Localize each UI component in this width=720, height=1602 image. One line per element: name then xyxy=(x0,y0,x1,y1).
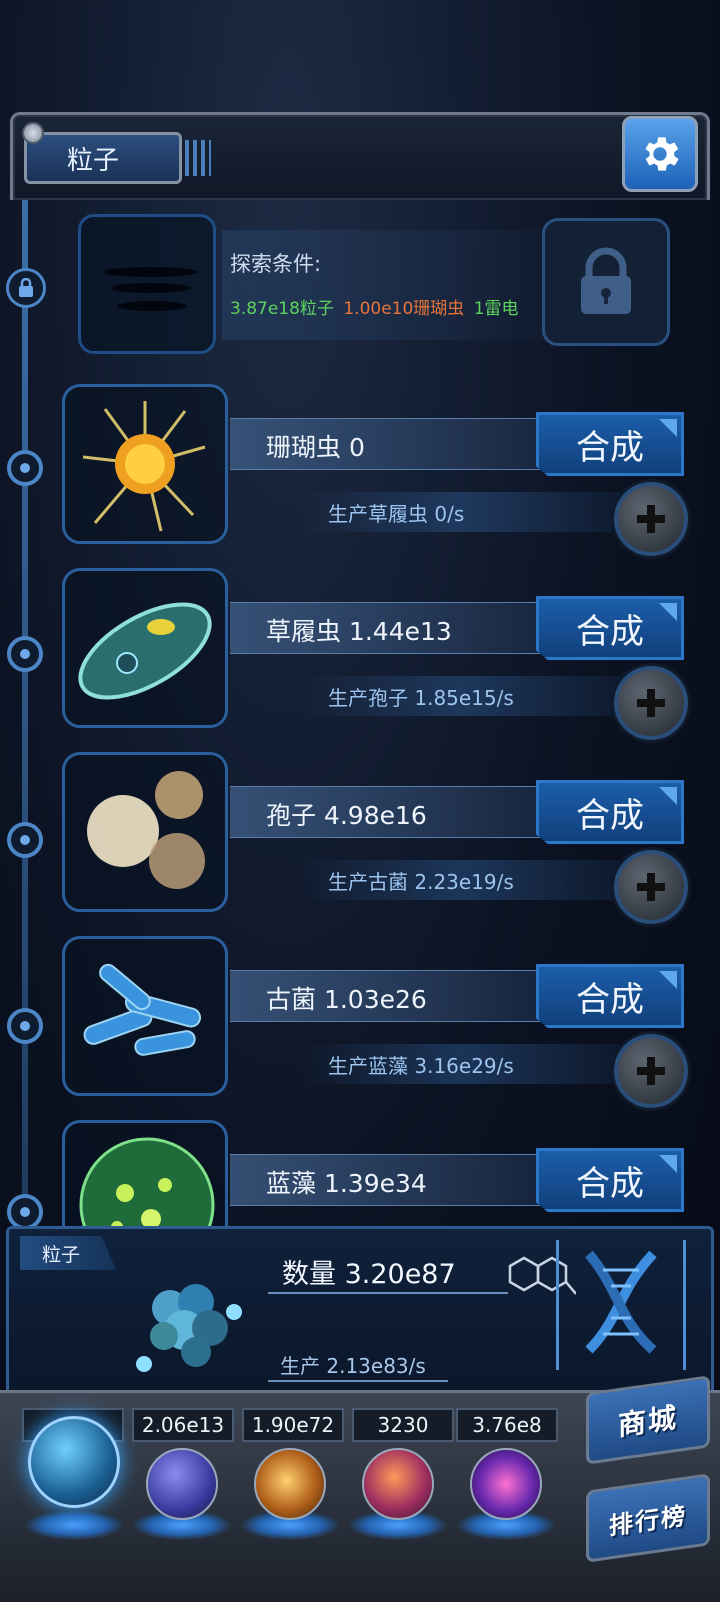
page-title: 粒子 xyxy=(24,132,182,184)
production-text: 生产蓝藻 3.16e29/s xyxy=(328,1054,514,1078)
creature-name: 草履虫 1.44e13 xyxy=(266,617,452,646)
creature-name: 孢子 4.98e16 xyxy=(266,801,427,830)
explore-condition: 3.87e18粒子 xyxy=(230,299,334,319)
plus-icon xyxy=(637,505,665,533)
production-text: 生产孢子 1.85e15/s xyxy=(328,686,514,710)
creature-row: 古菌 1.03e26 合成 生产蓝藻 3.16e29/s xyxy=(0,936,720,1116)
resource-value: 2.06e13 xyxy=(132,1408,234,1442)
count-underline xyxy=(268,1292,508,1294)
plus-icon xyxy=(637,873,665,901)
info-tab: 粒子 xyxy=(20,1236,116,1270)
explore-info-band xyxy=(222,230,552,340)
particle-cluster-icon xyxy=(136,1284,242,1372)
settings-button[interactable] xyxy=(622,116,698,192)
particle-production: 生产 2.13e83/s xyxy=(280,1354,426,1378)
lightning-orb-icon[interactable] xyxy=(146,1448,218,1520)
plus-button[interactable] xyxy=(614,850,688,924)
plus-button[interactable] xyxy=(614,1034,688,1108)
title-stripes-decoration xyxy=(185,140,211,176)
explore-condition: 1.00e10珊瑚虫 xyxy=(343,299,465,319)
thumb-cyanobacteria xyxy=(62,1120,228,1226)
spore-icon xyxy=(87,771,205,889)
explore-condition: 1雷电 xyxy=(473,299,519,319)
resource-value: 3230 xyxy=(352,1408,454,1442)
creature-row: 草履虫 1.44e13 合成 生产孢子 1.85e15/s xyxy=(0,568,720,748)
creature-row: 孢子 4.98e16 合成 生产古菌 2.23e19/s xyxy=(0,752,720,932)
gear-icon xyxy=(645,137,679,171)
page-title-text: 粒子 xyxy=(67,145,120,176)
paramecium-icon xyxy=(78,602,212,700)
locked-creature-silhouette xyxy=(78,214,216,354)
production-underline xyxy=(268,1380,448,1382)
archaea-icon xyxy=(83,963,202,1056)
creature-name: 古菌 1.03e26 xyxy=(266,985,427,1014)
orb-pedestal xyxy=(24,1510,124,1540)
brain-orb-icon[interactable] xyxy=(362,1448,434,1520)
creature-row: 珊瑚虫 0 合成 生产草履虫 0/s xyxy=(0,384,720,564)
production-text: 生产古菌 2.23e19/s xyxy=(328,870,514,894)
nebula-orb-icon[interactable] xyxy=(254,1448,326,1520)
particle-orb-icon[interactable] xyxy=(28,1416,120,1508)
merge-button[interactable]: 合成 xyxy=(536,596,684,660)
thumb-archaea xyxy=(62,936,228,1096)
creature-name: 蓝藻 1.39e34 xyxy=(266,1169,427,1198)
title-screw-icon xyxy=(22,122,44,144)
explore-lock-button[interactable] xyxy=(542,218,670,346)
plus-button[interactable] xyxy=(614,666,688,740)
merge-button[interactable]: 合成 xyxy=(536,964,684,1028)
rail-lock-icon xyxy=(6,268,46,308)
sun-coral-icon xyxy=(82,401,206,532)
merge-button[interactable]: 合成 xyxy=(536,412,684,476)
plus-button[interactable] xyxy=(614,482,688,556)
explore-label: 探索条件: xyxy=(230,252,322,276)
padlock-icon xyxy=(581,247,631,314)
thumb-sun-coral xyxy=(62,384,228,544)
creature-name: 珊瑚虫 0 xyxy=(266,433,365,462)
particle-count: 数量 3.20e87 xyxy=(282,1259,456,1290)
plus-icon xyxy=(637,1057,665,1085)
cyanobacteria-icon xyxy=(79,1137,215,1226)
explore-locked-row: 探索条件: 3.87e18粒子 1.00e10珊瑚虫 1雷电 xyxy=(78,214,670,354)
merge-button[interactable]: 合成 xyxy=(536,1148,684,1212)
explore-conditions: 3.87e18粒子 1.00e10珊瑚虫 1雷电 xyxy=(230,294,519,319)
vortex-orb-icon[interactable] xyxy=(470,1448,542,1520)
creature-row: 蓝藻 1.39e34 合成 xyxy=(0,1120,720,1226)
dna-icon xyxy=(585,1250,657,1354)
resource-value: 1.90e72 xyxy=(242,1408,344,1442)
thumb-spore xyxy=(62,752,228,912)
thumb-paramecium xyxy=(62,568,228,728)
dna-frame xyxy=(556,1240,686,1370)
plus-icon xyxy=(637,689,665,717)
production-text: 生产草履虫 0/s xyxy=(328,502,465,526)
merge-button[interactable]: 合成 xyxy=(536,780,684,844)
info-tab-label: 粒子 xyxy=(42,1243,81,1266)
resource-value: 3.76e8 xyxy=(456,1408,558,1442)
